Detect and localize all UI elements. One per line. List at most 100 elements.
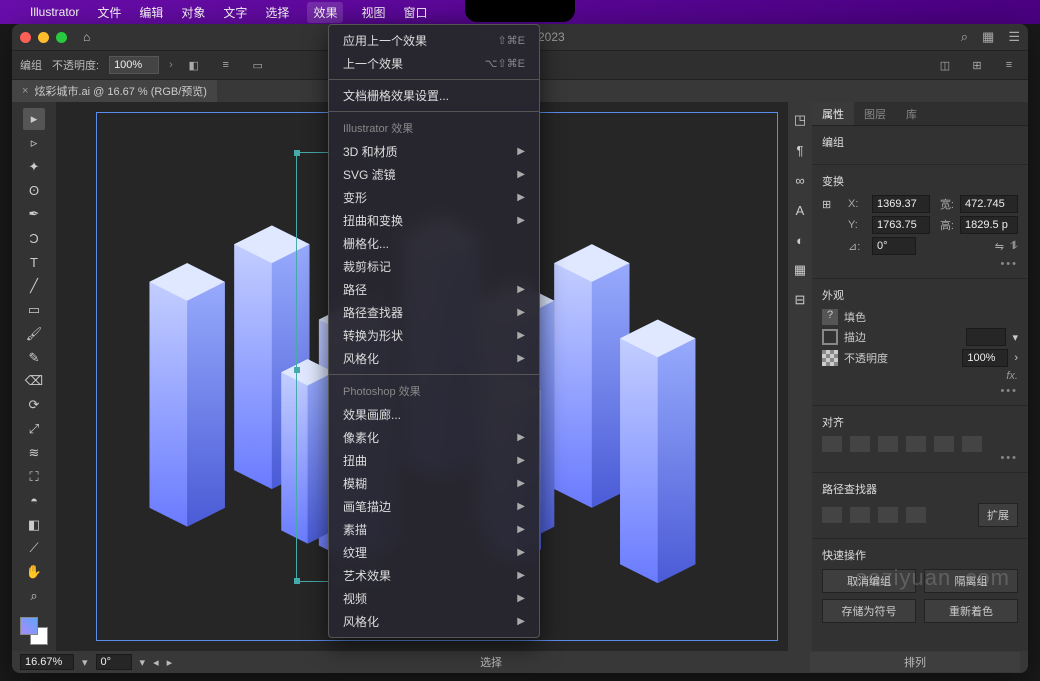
flip-vertical-icon[interactable]: ⥮ bbox=[1010, 240, 1018, 253]
artboard-nav-prev-icon[interactable]: ◂ bbox=[153, 656, 159, 669]
align-left-icon[interactable] bbox=[822, 436, 842, 452]
tab-libraries[interactable]: 库 bbox=[896, 102, 927, 125]
fill-stroke-swatches[interactable] bbox=[20, 617, 48, 645]
chevron-down-icon[interactable]: ▾ bbox=[140, 656, 146, 669]
transform-more-icon[interactable]: ••• bbox=[822, 258, 1018, 270]
color-dock-icon[interactable]: ◐ bbox=[788, 228, 812, 252]
menu-svg-filters[interactable]: SVG 滤镜▶ bbox=[329, 163, 539, 186]
menu-doc-raster-settings[interactable]: 文档栅格效果设置... bbox=[329, 84, 539, 107]
type-tool[interactable]: T bbox=[23, 251, 45, 273]
free-transform-tool[interactable]: ⛶ bbox=[23, 466, 45, 488]
menu-pathfinder[interactable]: 路径查找器▶ bbox=[329, 301, 539, 324]
angle-input[interactable] bbox=[872, 237, 916, 255]
x-input[interactable] bbox=[872, 195, 930, 213]
direct-selection-tool[interactable]: ▹ bbox=[23, 132, 45, 154]
essentials-icon[interactable]: ⊞ bbox=[966, 54, 988, 76]
panel-menu-icon[interactable]: ≡ bbox=[998, 54, 1020, 76]
brushes-dock-icon[interactable]: ⊟ bbox=[788, 288, 812, 312]
rotate-tool[interactable]: ⟳ bbox=[23, 394, 45, 416]
reference-point-icon[interactable]: ⊞ bbox=[822, 198, 842, 211]
y-input[interactable] bbox=[872, 216, 930, 234]
menu-crop-marks[interactable]: 裁剪标记 bbox=[329, 255, 539, 278]
workspace-switcher-icon[interactable]: ☰ bbox=[1008, 29, 1020, 45]
swatches-dock-icon[interactable]: ▦ bbox=[788, 258, 812, 282]
scale-tool[interactable]: ⤢ bbox=[23, 418, 45, 440]
line-tool[interactable]: ╱ bbox=[23, 275, 45, 297]
zoom-tool[interactable]: ⌕ bbox=[23, 585, 45, 607]
menu-brush-strokes[interactable]: 画笔描边▶ bbox=[329, 495, 539, 518]
opacity-swatch-icon[interactable] bbox=[822, 350, 838, 366]
menu-warp[interactable]: 变形▶ bbox=[329, 186, 539, 209]
menu-pixelate[interactable]: 像素化▶ bbox=[329, 426, 539, 449]
shaper-tool[interactable]: ✎ bbox=[23, 347, 45, 369]
flip-horizontal-icon[interactable]: ⇋ bbox=[995, 240, 1004, 253]
h-input[interactable] bbox=[960, 216, 1018, 234]
chevron-right-icon[interactable]: › bbox=[169, 59, 173, 71]
exclude-icon[interactable] bbox=[906, 507, 926, 523]
align-icon[interactable]: ≡ bbox=[215, 54, 237, 76]
width-tool[interactable]: ≋ bbox=[23, 442, 45, 464]
menu-select[interactable]: 选择 bbox=[265, 4, 289, 21]
w-input[interactable] bbox=[960, 195, 1018, 213]
isolate-button[interactable]: 隔离组 bbox=[924, 569, 1018, 593]
menu-distort-ps[interactable]: 扭曲▶ bbox=[329, 449, 539, 472]
align-vcenter-icon[interactable] bbox=[934, 436, 954, 452]
opacity-value-input[interactable] bbox=[962, 349, 1008, 367]
chevron-down-icon[interactable]: ▾ bbox=[82, 656, 88, 669]
lasso-tool[interactable]: ʘ bbox=[23, 180, 45, 202]
gradient-tool[interactable]: ◧ bbox=[23, 514, 45, 536]
graphic-styles-icon[interactable]: ◫ bbox=[934, 54, 956, 76]
menu-path[interactable]: 路径▶ bbox=[329, 278, 539, 301]
menu-convert-to-shape[interactable]: 转换为形状▶ bbox=[329, 324, 539, 347]
selection-tool[interactable]: ▸ bbox=[23, 108, 45, 130]
zoom-input[interactable] bbox=[20, 654, 74, 670]
fx-label[interactable]: fx. bbox=[1006, 370, 1018, 382]
menu-view[interactable]: 视图 bbox=[361, 4, 385, 21]
menu-apply-last-effect[interactable]: 应用上一个效果⇧⌘E bbox=[329, 29, 539, 52]
menu-object[interactable]: 对象 bbox=[181, 4, 205, 21]
menu-blur[interactable]: 模糊▶ bbox=[329, 472, 539, 495]
shape-builder-tool[interactable]: ◓ bbox=[23, 490, 45, 512]
character-dock-icon[interactable]: A bbox=[788, 198, 812, 222]
align-more-icon[interactable]: ••• bbox=[822, 452, 1018, 464]
menu-distort-transform[interactable]: 扭曲和变换▶ bbox=[329, 209, 539, 232]
arrange-documents-icon[interactable]: ▦ bbox=[982, 29, 994, 45]
paragraph-dock-icon[interactable]: ¶ bbox=[788, 138, 812, 162]
menu-last-effect[interactable]: 上一个效果⌥⇧⌘E bbox=[329, 52, 539, 75]
recolor-button[interactable]: 重新着色 bbox=[924, 599, 1018, 623]
magic-wand-tool[interactable]: ✦ bbox=[23, 156, 45, 178]
menu-edit[interactable]: 编辑 bbox=[139, 4, 163, 21]
hand-tool[interactable]: ✋ bbox=[23, 561, 45, 583]
menu-app[interactable]: Illustrator bbox=[30, 5, 79, 19]
stroke-swatch-icon[interactable] bbox=[822, 329, 838, 345]
search-icon[interactable]: ⌕ bbox=[961, 29, 968, 45]
zoom-window-button[interactable] bbox=[56, 32, 67, 43]
menu-rasterize[interactable]: 栅格化... bbox=[329, 232, 539, 255]
menu-texture[interactable]: 纹理▶ bbox=[329, 541, 539, 564]
menu-effect[interactable]: 效果 bbox=[307, 2, 343, 23]
tab-properties[interactable]: 属性 bbox=[812, 102, 854, 125]
document-tab[interactable]: × 炫彩城市.ai @ 16.67 % (RGB/预览) bbox=[12, 80, 217, 102]
links-dock-icon[interactable]: ∞ bbox=[788, 168, 812, 192]
align-top-icon[interactable] bbox=[906, 436, 926, 452]
appearance-more-icon[interactable]: ••• bbox=[822, 385, 1018, 397]
pen-tool[interactable]: ✒ bbox=[23, 203, 45, 225]
menu-file[interactable]: 文件 bbox=[97, 4, 121, 21]
align-right-icon[interactable] bbox=[878, 436, 898, 452]
recolor-icon[interactable]: ◧ bbox=[183, 54, 205, 76]
menu-type[interactable]: 文字 bbox=[223, 4, 247, 21]
tab-layers[interactable]: 图层 bbox=[854, 102, 896, 125]
artboard-nav-next-icon[interactable]: ▸ bbox=[167, 656, 173, 669]
arrange-button[interactable]: 排列 bbox=[810, 652, 1020, 672]
menu-artistic[interactable]: 艺术效果▶ bbox=[329, 564, 539, 587]
menu-effect-gallery[interactable]: 效果画廊... bbox=[329, 403, 539, 426]
fill-question-icon[interactable]: ? bbox=[822, 309, 838, 325]
menu-3d-materials[interactable]: 3D 和材质▶ bbox=[329, 140, 539, 163]
expand-button[interactable]: 扩展 bbox=[978, 503, 1018, 527]
menu-window[interactable]: 窗口 bbox=[403, 4, 427, 21]
eraser-tool[interactable]: ⌫ bbox=[23, 370, 45, 392]
chevron-right-icon[interactable]: › bbox=[1014, 352, 1018, 364]
menu-stylize-ai[interactable]: 风格化▶ bbox=[329, 347, 539, 370]
ungroup-button[interactable]: 取消编组 bbox=[822, 569, 916, 593]
rectangle-tool[interactable]: ▭ bbox=[23, 299, 45, 321]
